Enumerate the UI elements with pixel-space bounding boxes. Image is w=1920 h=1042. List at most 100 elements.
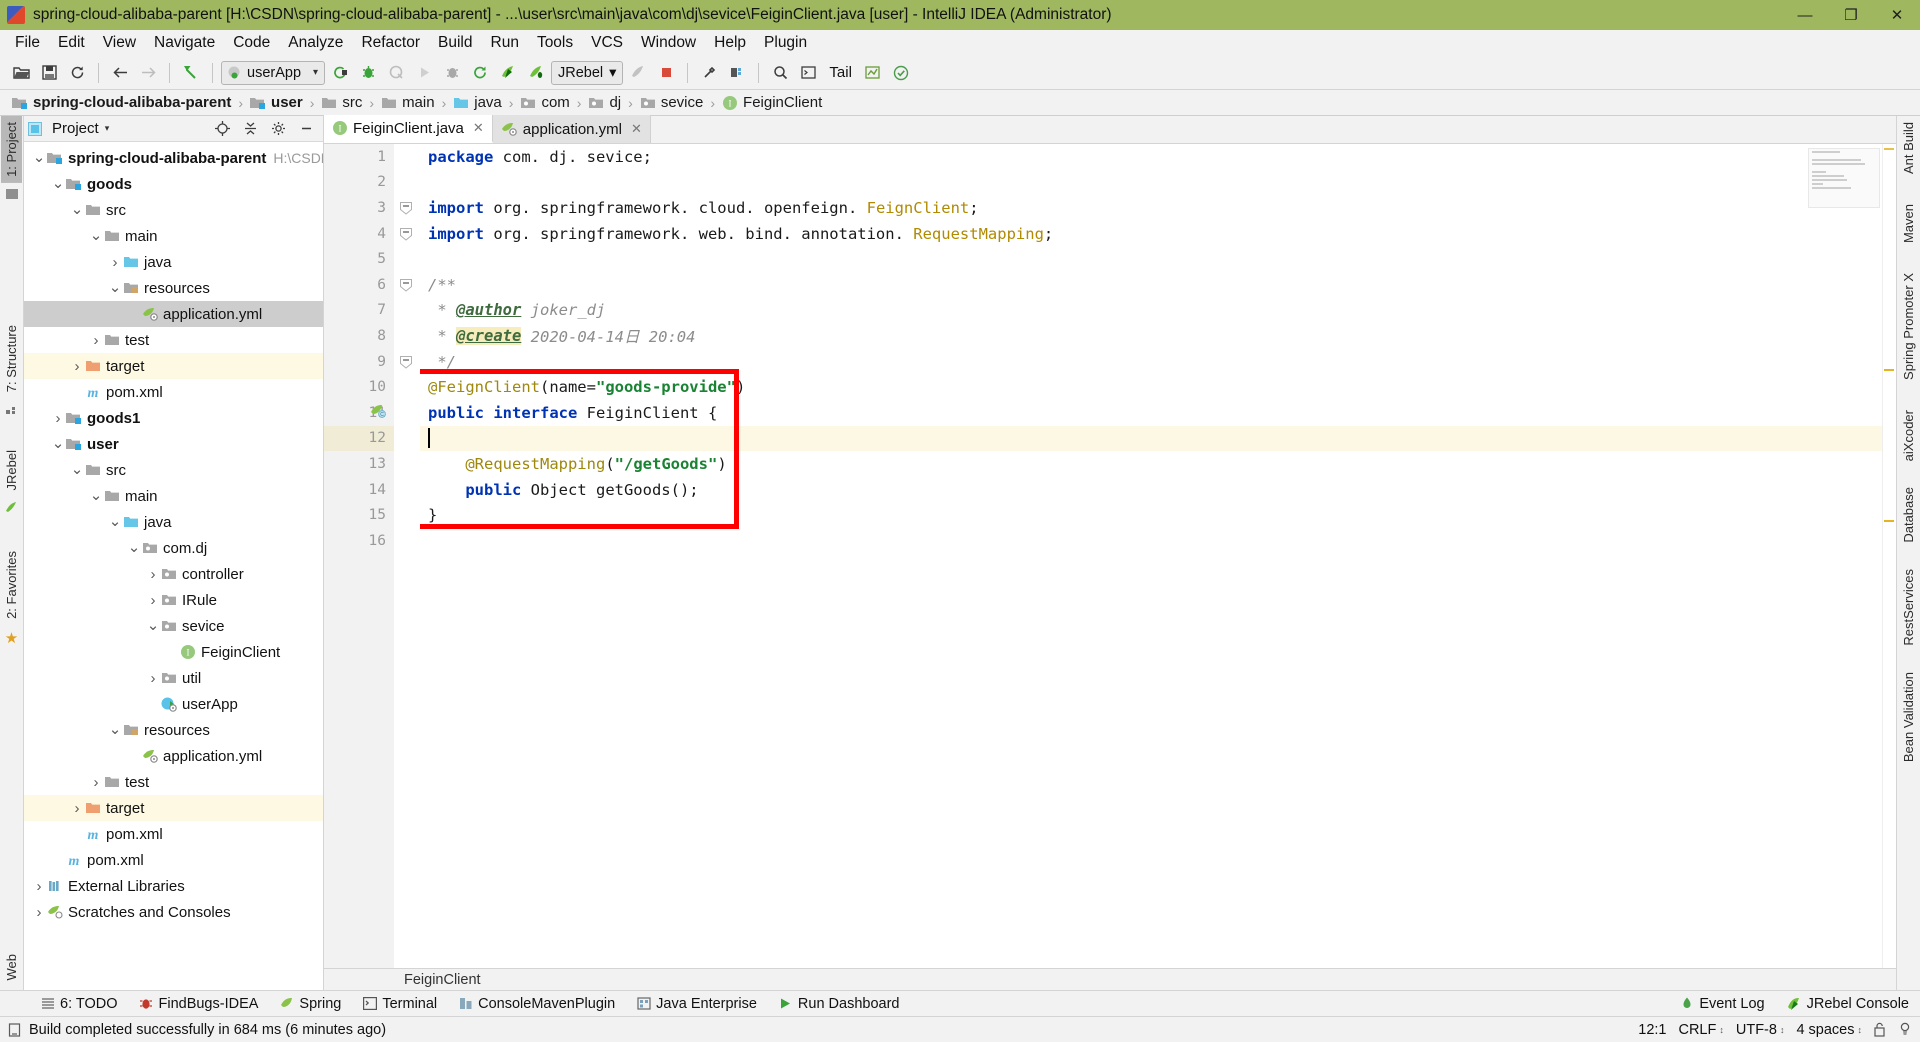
chevron-down-icon[interactable]: ⌄ — [127, 540, 141, 555]
tree-node-main[interactable]: ⌄ main — [24, 483, 323, 509]
close-icon[interactable]: ✕ — [631, 121, 642, 137]
sidebar-item-spring-promoter[interactable]: Spring Promoter X — [1898, 267, 1919, 386]
menu-item-vcs[interactable]: VCS — [582, 31, 632, 55]
chevron-right-icon[interactable]: › — [70, 800, 84, 817]
code-line[interactable] — [420, 425, 1882, 452]
tree-node-test[interactable]: › test — [24, 769, 323, 795]
chevron-right-icon[interactable]: › — [32, 904, 46, 921]
tree-node-goods[interactable]: ⌄ goods — [24, 171, 323, 197]
chevron-down-icon[interactable]: ⌄ — [51, 176, 65, 191]
chevron-down-icon[interactable]: ⌄ — [89, 488, 103, 503]
collapse-all-icon[interactable] — [237, 116, 263, 142]
tool-window-6-todo[interactable]: 6: TODO — [30, 996, 128, 1012]
jrebel-configuration-selector[interactable]: JRebel ▾ — [551, 60, 624, 85]
tool-window-run-dashboard[interactable]: Run Dashboard — [768, 996, 911, 1012]
spring-bean-icon[interactable]: C — [370, 404, 387, 423]
settings-icon[interactable] — [696, 60, 722, 86]
tree-node-controller[interactable]: › controller — [24, 561, 323, 587]
chevron-right-icon[interactable]: › — [32, 878, 46, 895]
menu-item-navigate[interactable]: Navigate — [145, 31, 224, 55]
chevron-down-icon[interactable]: ⌄ — [70, 462, 84, 477]
chevron-right-icon[interactable]: › — [51, 410, 65, 427]
close-icon[interactable]: ✕ — [473, 120, 484, 136]
tree-node-spring-cloud-alibaba-parent[interactable]: ⌄ spring-cloud-alibaba-parent H:\CSDN\spri… — [24, 145, 323, 171]
tab-application-yml[interactable]: application.yml ✕ — [492, 115, 651, 143]
menu-item-plugin[interactable]: Plugin — [755, 31, 816, 55]
tree-node-pom-xml[interactable]: m pom.xml — [24, 821, 323, 847]
save-all-icon[interactable] — [36, 60, 62, 86]
code-line[interactable]: public interface FeiginClient { — [428, 400, 1882, 426]
chevron-down-icon[interactable]: ⌄ — [51, 436, 65, 451]
tree-node-application-yml[interactable]: application.yml — [24, 743, 323, 769]
menu-item-analyze[interactable]: Analyze — [279, 31, 352, 55]
breadcrumb-item-dj[interactable]: dj — [584, 94, 625, 111]
close-button[interactable]: ✕ — [1874, 0, 1920, 30]
tree-node-java[interactable]: ⌄ java — [24, 509, 323, 535]
tail-label[interactable]: Tail — [823, 64, 858, 81]
fold-gutter[interactable] — [394, 144, 420, 968]
caret-position[interactable]: 12:1 — [1638, 1022, 1666, 1038]
tool-window-terminal[interactable]: Terminal — [352, 996, 448, 1012]
attach-debug-icon[interactable] — [439, 60, 465, 86]
fold-minus-icon[interactable] — [399, 278, 413, 292]
sync-icon[interactable] — [64, 60, 90, 86]
menu-item-build[interactable]: Build — [429, 31, 481, 55]
undo-icon[interactable] — [178, 60, 204, 86]
rerun-icon[interactable] — [467, 60, 493, 86]
editor-marker-strip[interactable] — [1882, 144, 1896, 968]
tree-node-scratches-and-consoles[interactable]: › Scratches and Consoles — [24, 899, 323, 925]
menu-item-window[interactable]: Window — [632, 31, 705, 55]
code-line[interactable]: /** — [428, 272, 1882, 298]
menu-item-tools[interactable]: Tools — [528, 31, 582, 55]
gear-icon[interactable] — [265, 116, 291, 142]
tool-window-consolemavenplugin[interactable]: ConsoleMavenPlugin — [448, 996, 626, 1012]
locate-icon[interactable] — [209, 116, 235, 142]
jrebel-gray-icon[interactable] — [625, 60, 651, 86]
maximize-button[interactable]: ❐ — [1828, 0, 1874, 30]
tool-window-java-enterprise[interactable]: Java Enterprise — [626, 996, 768, 1012]
sidebar-item-bean-validation[interactable]: Bean Validation — [1898, 666, 1919, 768]
breadcrumb-item-main[interactable]: main — [377, 94, 439, 111]
back-icon[interactable] — [107, 60, 133, 86]
tool-window-jrebel-console[interactable]: JRebel Console — [1776, 996, 1920, 1012]
chevron-down-icon[interactable]: ⌄ — [146, 618, 160, 633]
run-icon[interactable] — [411, 60, 437, 86]
tool-window-event-log[interactable]: Event Log — [1669, 996, 1775, 1012]
breadcrumb-item-feiginclient[interactable]: I FeiginClient — [718, 94, 826, 111]
chevron-down-icon[interactable]: ⌄ — [108, 514, 122, 529]
fold-minus-icon[interactable] — [399, 355, 413, 369]
menu-item-edit[interactable]: Edit — [49, 31, 94, 55]
hide-icon[interactable] — [293, 116, 319, 142]
menu-item-view[interactable]: View — [94, 31, 145, 55]
sidebar-item-web[interactable]: Web — [1, 948, 22, 987]
tree-node-external-libraries[interactable]: › External Libraries — [24, 873, 323, 899]
tree-node-sevice[interactable]: ⌄ sevice — [24, 613, 323, 639]
code-line[interactable]: } — [428, 502, 1882, 528]
chevron-right-icon[interactable]: › — [70, 358, 84, 375]
chevron-right-icon[interactable]: › — [89, 332, 103, 349]
tree-node-pom-xml[interactable]: m pom.xml — [24, 379, 323, 405]
tree-node-userapp[interactable]: userApp — [24, 691, 323, 717]
unlocked-icon[interactable] — [1874, 1022, 1886, 1037]
tab-feiginclient-java[interactable]: I FeiginClient.java ✕ — [324, 115, 493, 143]
tree-node-resources[interactable]: ⌄ resources — [24, 275, 323, 301]
breadcrumb-item-java[interactable]: java — [449, 94, 506, 111]
breadcrumb-item-spring-cloud-alibaba-parent[interactable]: spring-cloud-alibaba-parent — [8, 94, 235, 111]
chevron-down-icon[interactable]: ⌄ — [70, 202, 84, 217]
tree-node-java[interactable]: › java — [24, 249, 323, 275]
open-folder-icon[interactable] — [8, 60, 34, 86]
tree-node-irule[interactable]: › IRule — [24, 587, 323, 613]
tree-node-target[interactable]: › target — [24, 795, 323, 821]
project-tree[interactable]: ⌄spring-cloud-alibaba-parentH:\CSDN\spri… — [24, 142, 323, 990]
line-separator[interactable]: CRLF ↕ — [1678, 1022, 1723, 1038]
sidebar-item-project[interactable]: 1: Project — [1, 116, 22, 183]
chevron-down-icon[interactable]: ⌄ — [108, 280, 122, 295]
tree-node-src[interactable]: ⌄ src — [24, 457, 323, 483]
sidebar-item-database[interactable]: Database — [1898, 481, 1919, 549]
breadcrumb-item-user[interactable]: user — [246, 94, 307, 111]
sidebar-item-ant-build[interactable]: Ant Build — [1898, 116, 1919, 180]
sidebar-item-restservices[interactable]: RestServices — [1898, 563, 1919, 652]
jrebel-run-icon[interactable] — [495, 60, 521, 86]
tree-node-user[interactable]: ⌄ user — [24, 431, 323, 457]
fold-minus-icon[interactable] — [399, 227, 413, 241]
